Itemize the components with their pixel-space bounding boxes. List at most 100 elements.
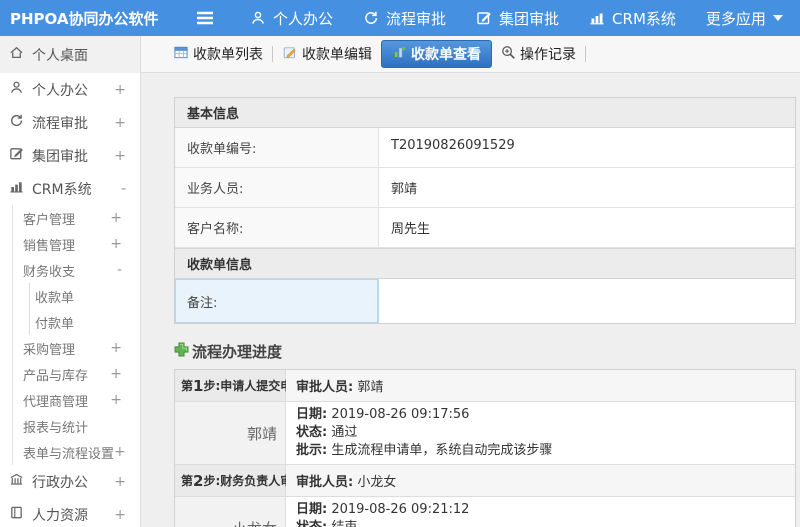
- sidebar-item-label: 流程审批: [32, 115, 88, 132]
- step-prefix: 第: [181, 379, 194, 393]
- topnav-item-more-apps[interactable]: 更多应用: [706, 8, 783, 29]
- approver-name: 小龙女: [357, 475, 397, 490]
- sidebar-item-group-approval[interactable]: 集团审批 +: [0, 139, 140, 172]
- tab-receipt-list[interactable]: 收款单列表: [173, 44, 263, 64]
- expand-plus-icon[interactable]: +: [114, 474, 126, 490]
- sidebar-item-sales-mgmt[interactable]: 销售管理 +: [13, 231, 140, 257]
- expand-plus-icon[interactable]: +: [114, 507, 126, 523]
- collapse-minus-icon[interactable]: -: [121, 181, 126, 197]
- form-row-note: 备注:: [175, 279, 795, 323]
- progress-detail-row: 郭靖 日期: 2019-08-26 09:17:56 状态: 通过 批示: 生成…: [175, 402, 795, 465]
- collapse-minus-icon[interactable]: -: [117, 262, 122, 278]
- tab-operation-log[interactable]: 操作记录: [501, 44, 576, 64]
- sidebar-item-label: 表单与流程设置: [23, 446, 115, 462]
- detail-remark-line: 批示: 生成流程申请单，系统自动完成该步骤: [296, 442, 785, 460]
- sidebar: 个人桌面 个人办公 + 流程审批 + 集团审批 + CRM系统 - 客户管理 +: [0, 36, 141, 527]
- sidebar-item-admin-office[interactable]: 行政办公 +: [0, 465, 140, 498]
- step-approver-cell: 审批人员: 郭靖: [286, 370, 795, 401]
- status-label: 状态:: [296, 425, 328, 440]
- tab-label: 收款单列表: [193, 47, 263, 63]
- sidebar-item-personal-desktop[interactable]: 个人桌面: [0, 36, 140, 73]
- sidebar-item-form-flow-settings[interactable]: 表单与流程设置 +: [13, 439, 140, 465]
- form-row-receipt-no: 收款单编号: T20190826091529: [175, 128, 795, 168]
- sidebar-item-label: CRM系统: [32, 181, 92, 198]
- date-value: 2019-08-26 09:17:56: [331, 407, 470, 422]
- sidebar-item-reports-stats[interactable]: 报表与统计: [13, 413, 140, 439]
- sidebar-item-payment-order[interactable]: 付款单: [30, 309, 140, 335]
- topnav-label: 流程审批: [386, 9, 447, 28]
- expand-plus-icon[interactable]: +: [114, 82, 126, 98]
- building-icon: [9, 472, 24, 491]
- hamburger-menu-icon[interactable]: [196, 11, 214, 25]
- progress-title-text: 流程办理进度: [192, 343, 283, 361]
- date-label: 日期:: [296, 407, 328, 422]
- expand-plus-icon[interactable]: +: [110, 340, 122, 356]
- expand-plus-icon[interactable]: +: [110, 236, 122, 252]
- progress-detail-row: 小龙女 日期: 2019-08-26 09:21:12 状态: 结束 批示: 通…: [175, 497, 795, 527]
- approver-label: 审批人员:: [296, 475, 354, 490]
- field-value-customer-name: 周先生: [379, 208, 795, 247]
- handler-name: 小龙女: [175, 497, 286, 527]
- home-icon: [9, 45, 24, 64]
- topnav-item-personal-office[interactable]: 个人办公: [250, 8, 333, 29]
- app-title: PHPOA协同办公软件: [10, 9, 159, 28]
- field-label: 备注:: [175, 279, 379, 323]
- sidebar-item-label: 人力资源: [32, 507, 88, 524]
- progress-heading: 流程办理进度: [174, 341, 796, 362]
- topnav-item-group-approval[interactable]: 集团审批: [476, 8, 559, 29]
- sidebar-item-label: 报表与统计: [23, 420, 89, 436]
- field-value-note: [379, 279, 795, 323]
- bar-chart-icon: [589, 10, 605, 26]
- expand-plus-icon[interactable]: +: [114, 148, 126, 164]
- sidebar-item-label: 财务收支: [23, 264, 76, 280]
- sidebar-item-customer-mgmt[interactable]: 客户管理 +: [13, 205, 140, 231]
- sidebar-item-label: 收款单: [35, 290, 75, 306]
- step-detail-cell: 日期: 2019-08-26 09:21:12 状态: 结束 批示: 通过: [286, 497, 795, 527]
- sidebar-item-agent-mgmt[interactable]: 代理商管理 +: [13, 387, 140, 413]
- tab-label: 收款单查看: [411, 47, 481, 63]
- sidebar-item-label: 行政办公: [32, 474, 88, 491]
- field-label: 业务人员:: [175, 168, 379, 207]
- sidebar-item-purchase-mgmt[interactable]: 采购管理 +: [13, 335, 140, 361]
- expand-plus-icon[interactable]: +: [110, 210, 122, 226]
- expand-plus-icon[interactable]: +: [114, 444, 126, 460]
- progress-step-row: 第 2 步:财务负责人审批 审批人员: 小龙女: [175, 465, 795, 497]
- sidebar-item-product-inventory[interactable]: 产品与库存 +: [13, 361, 140, 387]
- expand-plus-icon[interactable]: +: [110, 392, 122, 408]
- status-value: 结束: [331, 520, 357, 527]
- sidebar-item-hr[interactable]: 人力资源 +: [0, 498, 140, 527]
- status-label: 状态:: [296, 520, 327, 527]
- remark-value: 生成流程申请单，系统自动完成该步骤: [331, 443, 553, 458]
- field-label: 收款单编号:: [175, 128, 379, 167]
- sidebar-item-crm[interactable]: CRM系统 -: [0, 172, 140, 205]
- sidebar-item-workflow-approval[interactable]: 流程审批 +: [0, 106, 140, 139]
- tab-label: 操作记录: [520, 47, 576, 63]
- field-value-sales-person: 郭靖: [379, 168, 795, 207]
- form-row-customer-name: 客户名称: 周先生: [175, 208, 795, 248]
- expand-plus-icon[interactable]: +: [114, 115, 126, 131]
- sidebar-item-label: 代理商管理: [23, 394, 89, 410]
- progress-table: 第 1 步:申请人提交申请 审批人员: 郭靖 郭靖 日期: 2019-08-26 0…: [174, 369, 796, 527]
- tab-receipt-view[interactable]: 收款单查看: [381, 40, 492, 68]
- detail-status-line: 状态: 结束: [296, 519, 785, 527]
- approver-name: 郭靖: [357, 380, 384, 395]
- approver-label: 审批人员:: [296, 380, 354, 395]
- edit-square-icon: [9, 146, 24, 165]
- topnav-label: 集团审批: [499, 9, 560, 28]
- date-label: 日期:: [296, 502, 328, 517]
- handler-name: 郭靖: [175, 402, 286, 464]
- sidebar-item-finance[interactable]: 财务收支 -: [13, 257, 140, 283]
- topnav-item-crm[interactable]: CRM系统: [589, 8, 676, 29]
- topnav-item-workflow-approval[interactable]: 流程审批: [363, 8, 446, 29]
- expand-plus-icon[interactable]: +: [110, 366, 122, 382]
- magnifier-plus-icon: [501, 45, 516, 64]
- crm-submenu: 客户管理 + 销售管理 + 财务收支 - 收款单 付款单 采购管理 + 产品与库…: [12, 205, 140, 465]
- finance-submenu: 收款单 付款单: [29, 283, 140, 335]
- tab-receipt-edit[interactable]: 收款单编辑: [282, 44, 372, 64]
- caret-down-icon: [772, 15, 783, 21]
- sidebar-item-receipt-order[interactable]: 收款单: [30, 283, 140, 309]
- step-title: 第 1 步:申请人提交申请: [175, 370, 304, 401]
- section-header-basic-info: 基本信息: [175, 98, 795, 128]
- tab-label: 收款单编辑: [302, 47, 372, 63]
- sidebar-item-personal-office[interactable]: 个人办公 +: [0, 73, 140, 106]
